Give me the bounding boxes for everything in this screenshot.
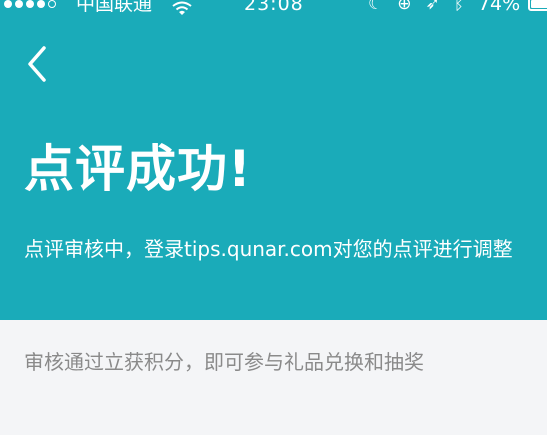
status-bar: 中国联通 23:08 ☾ ⊕ ➶ ᛒ 74% — [0, 0, 547, 22]
carrier-name: 中国联通 — [76, 0, 153, 15]
chevron-left-icon — [28, 46, 46, 82]
status-time: 23:08 — [244, 0, 304, 15]
header: 中国联通 23:08 ☾ ⊕ ➶ ᛒ 74% 点评成功! 点评审核中，登录tip… — [0, 0, 547, 320]
reward-panel: 审核通过立获积分，即可参与礼品兑换和抽奖 — [0, 320, 547, 435]
reward-info-text: 审核通过立获积分，即可参与礼品兑换和抽奖 — [24, 350, 424, 374]
location-icon: ➶ — [425, 0, 440, 14]
battery-level — [531, 0, 547, 8]
orientation-lock-icon: ⊕ — [397, 0, 412, 14]
battery-percent: 74% — [477, 0, 521, 15]
wifi-icon — [172, 0, 192, 22]
review-status-message: 点评审核中，登录tips.qunar.com对您的点评进行调整 — [24, 237, 513, 261]
battery-icon — [528, 0, 547, 11]
bluetooth-icon: ᛒ — [453, 0, 464, 14]
signal-icon — [4, 0, 59, 17]
back-button[interactable] — [20, 40, 60, 88]
moon-icon: ☾ — [368, 0, 384, 14]
review-success-screen: 中国联通 23:08 ☾ ⊕ ➶ ᛒ 74% 点评成功! 点评审核中，登录tip… — [0, 0, 547, 435]
page-title: 点评成功! — [24, 140, 252, 198]
